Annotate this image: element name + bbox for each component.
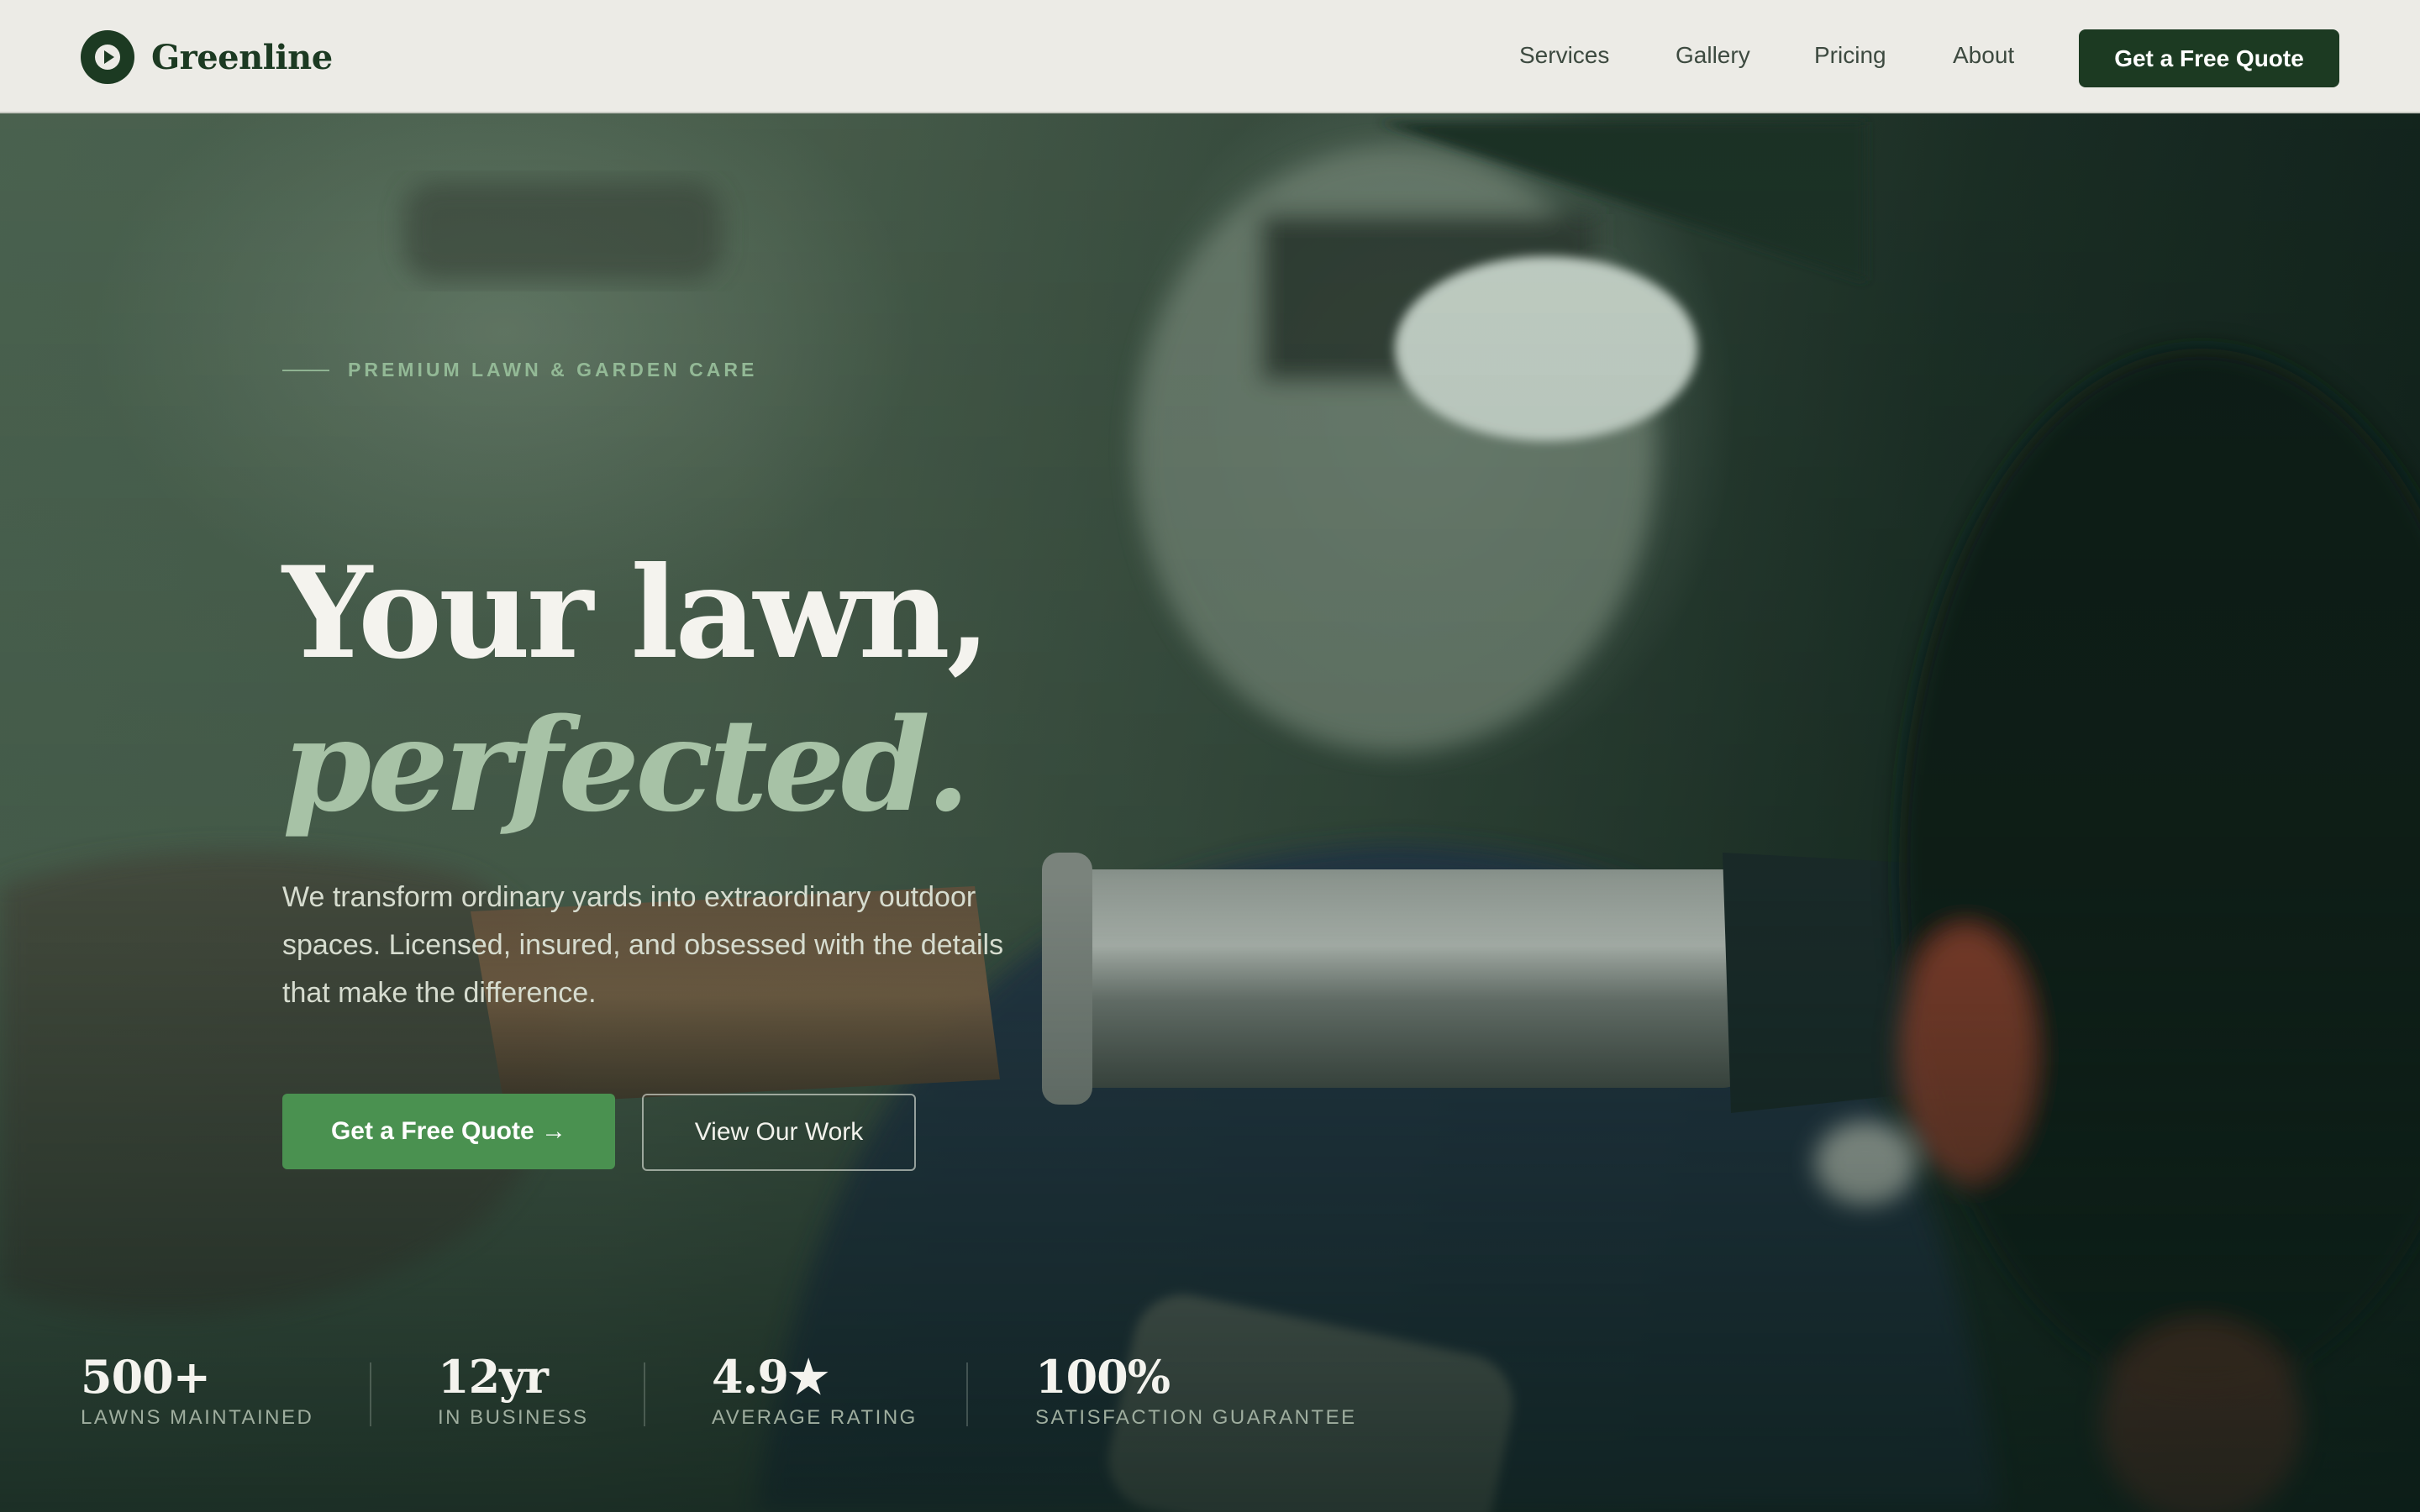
eyebrow-line bbox=[282, 369, 329, 371]
stat-years: 12yr IN BUSINESS bbox=[438, 1354, 589, 1430]
hero-headline-line2: perfected. bbox=[282, 690, 971, 840]
hero-headline-line1: Your lawn, bbox=[282, 539, 991, 687]
stat-divider bbox=[966, 1362, 968, 1426]
stat-label: IN BUSINESS bbox=[438, 1406, 589, 1429]
hero-free-quote-button[interactable]: Get a Free Quote → bbox=[282, 1094, 615, 1169]
hero-section: PREMIUM LAWN & GARDEN CARE Your lawn, pe… bbox=[0, 113, 2420, 1512]
nav-free-quote-button[interactable]: Get a Free Quote bbox=[2079, 29, 2339, 87]
nav-link-pricing[interactable]: Pricing bbox=[1814, 42, 1886, 69]
hero-subcopy: We transform ordinary yards into extraor… bbox=[282, 881, 1004, 1009]
stat-value: 12yr bbox=[438, 1350, 549, 1404]
hero-eyebrow: PREMIUM LAWN & GARDEN CARE bbox=[282, 359, 757, 381]
stat-label: AVERAGE RATING bbox=[712, 1406, 918, 1429]
eyebrow-text: PREMIUM LAWN & GARDEN CARE bbox=[348, 359, 758, 381]
stat-value: 4.9★ bbox=[712, 1350, 829, 1404]
nav-link-about[interactable]: About bbox=[1953, 42, 2014, 69]
stat-satisfaction: 100% SATISFACTION GUARANTEE bbox=[1035, 1354, 1357, 1430]
stat-label: SATISFACTION GUARANTEE bbox=[1035, 1406, 1357, 1429]
top-navigation: Greenline Services Gallery Pricing About… bbox=[0, 0, 2420, 113]
stat-lawns: 500+ LAWNS MAINTAINED bbox=[81, 1354, 313, 1430]
stat-rating: 4.9★ AVERAGE RATING bbox=[712, 1354, 918, 1430]
stat-divider bbox=[644, 1362, 645, 1426]
nav-link-gallery[interactable]: Gallery bbox=[1676, 42, 1750, 69]
stat-value: 100% bbox=[1035, 1350, 1171, 1404]
view-our-work-button[interactable]: View Our Work bbox=[642, 1094, 916, 1171]
nav-links: Services Gallery Pricing About bbox=[0, 0, 2420, 113]
stat-divider bbox=[370, 1362, 371, 1426]
stat-value: 500+ bbox=[81, 1350, 211, 1404]
stat-label: LAWNS MAINTAINED bbox=[81, 1406, 314, 1429]
nav-link-services[interactable]: Services bbox=[1519, 42, 1609, 69]
